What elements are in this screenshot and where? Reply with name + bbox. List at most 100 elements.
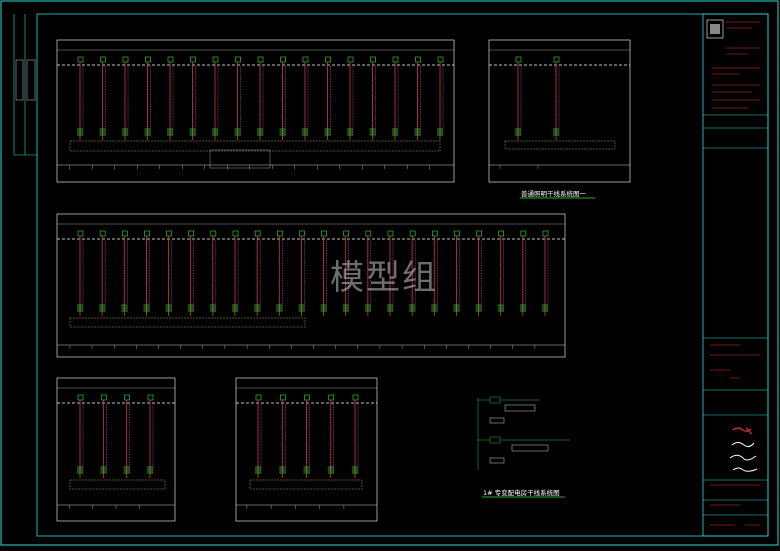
feeder-tag	[553, 128, 559, 136]
breaker-symbol	[352, 394, 359, 401]
feeder-tag	[369, 128, 376, 136]
breaker-symbol	[498, 230, 505, 237]
feeder-tag	[254, 304, 261, 312]
feeder-tag	[324, 128, 331, 136]
feeder-tag	[99, 304, 106, 312]
breaker-symbol	[210, 230, 217, 237]
watermark: 模型组	[330, 258, 438, 298]
feeder-tag	[189, 128, 196, 136]
title-block	[702, 13, 769, 537]
feeder-tag	[167, 128, 173, 136]
breaker-symbol	[276, 230, 283, 237]
feeder-tag	[147, 466, 153, 474]
panel-c	[56, 213, 566, 358]
breaker-symbol	[122, 56, 129, 63]
breaker-symbol	[515, 56, 522, 63]
breaker-symbol	[279, 394, 286, 401]
feeder-tag	[209, 304, 216, 312]
breaker-symbol	[99, 230, 106, 237]
special-diagram	[477, 396, 570, 498]
breaker-symbol	[304, 394, 310, 401]
feeder-tag	[298, 304, 305, 312]
breaker-symbol	[124, 394, 130, 401]
breaker-symbol	[101, 394, 107, 401]
feeder-tag	[342, 304, 349, 312]
breaker-symbol	[347, 56, 354, 63]
breaker-symbol	[188, 230, 195, 237]
feeder-tag	[77, 304, 83, 312]
feeder-tag	[392, 128, 398, 136]
breaker-symbol	[121, 230, 128, 237]
breaker-symbol	[454, 230, 460, 237]
breaker-symbol	[437, 56, 444, 63]
breaker-symbol	[77, 56, 84, 63]
breaker-symbol	[167, 56, 174, 63]
breaker-symbol	[370, 56, 376, 63]
breaker-symbol	[321, 230, 327, 237]
breaker-symbol	[280, 56, 286, 63]
feeder-tag	[279, 466, 286, 474]
feeder-tag	[303, 466, 310, 474]
feeder-tag	[77, 128, 83, 136]
breaker-symbol	[232, 230, 239, 237]
breaker-symbol	[520, 230, 527, 237]
feeder-tag	[409, 304, 416, 312]
feeder-tag	[121, 304, 128, 312]
feeder-tag	[212, 128, 218, 136]
feeder-tag	[453, 304, 460, 312]
feeder-tag	[542, 304, 548, 312]
breaker-symbol	[77, 230, 84, 237]
feeder-tag	[122, 128, 128, 136]
breaker-symbol	[343, 230, 350, 237]
binding-strip	[13, 14, 37, 156]
feeder-tag	[327, 466, 334, 474]
feeder-tag	[187, 304, 194, 312]
breaker-symbol	[144, 230, 150, 237]
breaker-symbol	[235, 56, 241, 63]
feeder-tag	[99, 128, 106, 136]
breaker-symbol	[476, 230, 482, 237]
feeder-tag	[279, 128, 286, 136]
feeder-tag	[414, 128, 421, 136]
feeder-tag	[364, 304, 371, 312]
signature-marks	[732, 427, 753, 435]
feeder-tag	[144, 128, 151, 136]
feeder-tag	[257, 128, 263, 136]
breaker-symbol	[257, 56, 264, 63]
feeder-tag	[320, 304, 327, 312]
feeder-tag	[519, 304, 526, 312]
panel-e	[235, 377, 378, 522]
feeder-tag	[143, 304, 150, 312]
breaker-symbol	[409, 230, 416, 237]
breaker-symbol	[387, 230, 394, 237]
breaker-symbol	[166, 230, 172, 237]
breaker-symbol	[553, 56, 560, 63]
breaker-symbol	[212, 56, 219, 63]
feeder-tag	[123, 466, 130, 474]
feeder-tag	[497, 304, 504, 312]
feeder-tag	[387, 304, 393, 312]
feeder-tag	[352, 466, 358, 474]
breaker-symbol	[100, 56, 106, 63]
breaker-symbol	[431, 230, 438, 237]
breaker-symbol	[299, 230, 305, 237]
breaker-symbol	[328, 394, 335, 401]
feeder-tag	[165, 304, 172, 312]
special-room-caption: 1# 专变配电房干线系统图	[483, 489, 560, 497]
panel-b	[488, 39, 631, 199]
breaker-symbol	[145, 56, 151, 63]
breaker-symbol	[365, 230, 372, 237]
breaker-symbol	[415, 56, 421, 63]
breaker-symbol	[325, 56, 331, 63]
breaker-symbol	[254, 230, 261, 237]
feeder-tag	[431, 304, 438, 312]
feeder-tag	[437, 128, 443, 136]
drawing-sheet: 模型组 普通照明干线系统图一 1# 专变配电房干线系统图	[0, 0, 780, 551]
breaker-symbol	[190, 56, 196, 63]
panel-d	[56, 377, 176, 522]
feeder-tag	[77, 466, 83, 474]
panel-a	[56, 39, 455, 183]
feeder-tag	[234, 128, 241, 136]
lighting-system-caption: 普通照明干线系统图一	[521, 190, 586, 198]
breaker-symbol	[77, 394, 84, 401]
